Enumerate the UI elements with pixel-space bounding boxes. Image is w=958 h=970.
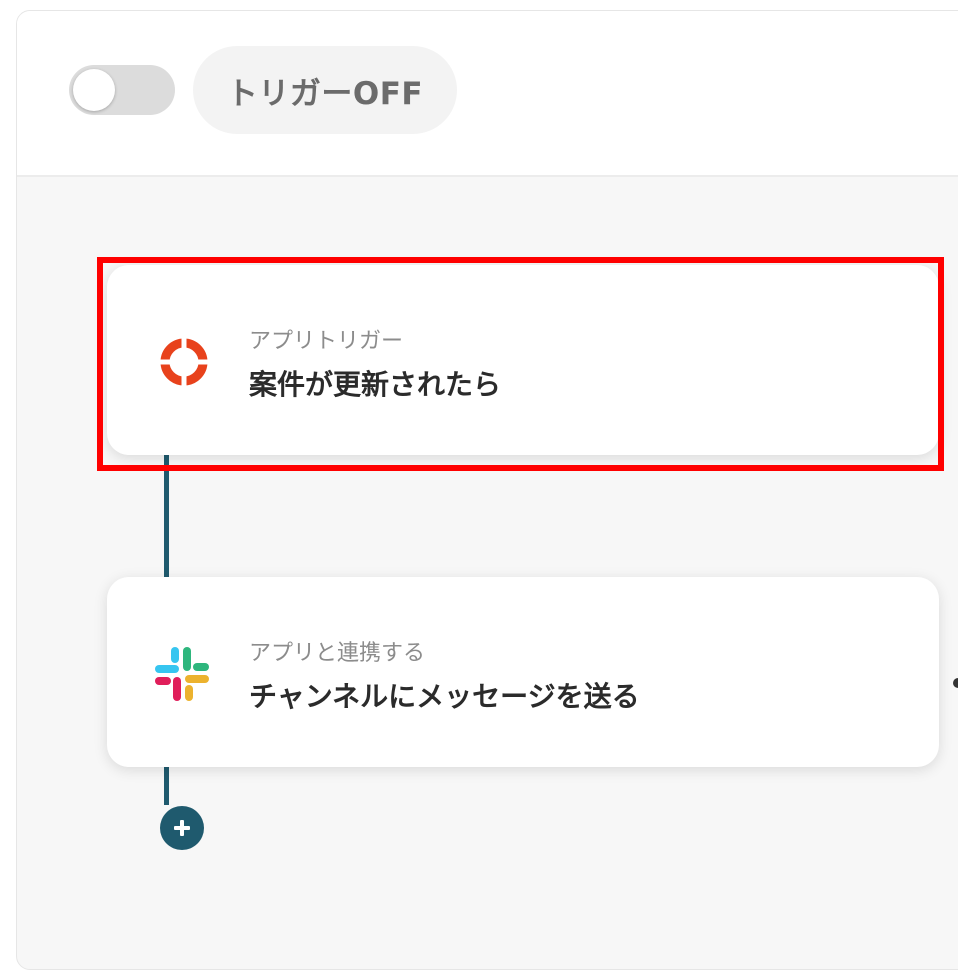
flow-step-action-card[interactable]: アプリと連携する チャンネルにメッセージを送る <box>107 577 939 767</box>
trigger-status-label: トリガーOFF <box>193 46 457 134</box>
flow-header: トリガーOFF <box>17 11 958 177</box>
step-title: チャンネルにメッセージを送る <box>249 680 640 713</box>
step-type-label: アプリと連携する <box>249 641 426 666</box>
highlight-annotation-box <box>97 257 944 471</box>
toggle-knob <box>73 69 115 111</box>
plus-icon <box>174 820 190 836</box>
slack-icon <box>153 645 209 701</box>
add-step-button[interactable] <box>160 806 204 850</box>
flow-connector-line <box>164 765 169 805</box>
trigger-toggle[interactable] <box>69 65 175 115</box>
card-edge-handle[interactable] <box>953 678 958 688</box>
flow-editor-panel: トリガーOFF <box>16 10 958 970</box>
